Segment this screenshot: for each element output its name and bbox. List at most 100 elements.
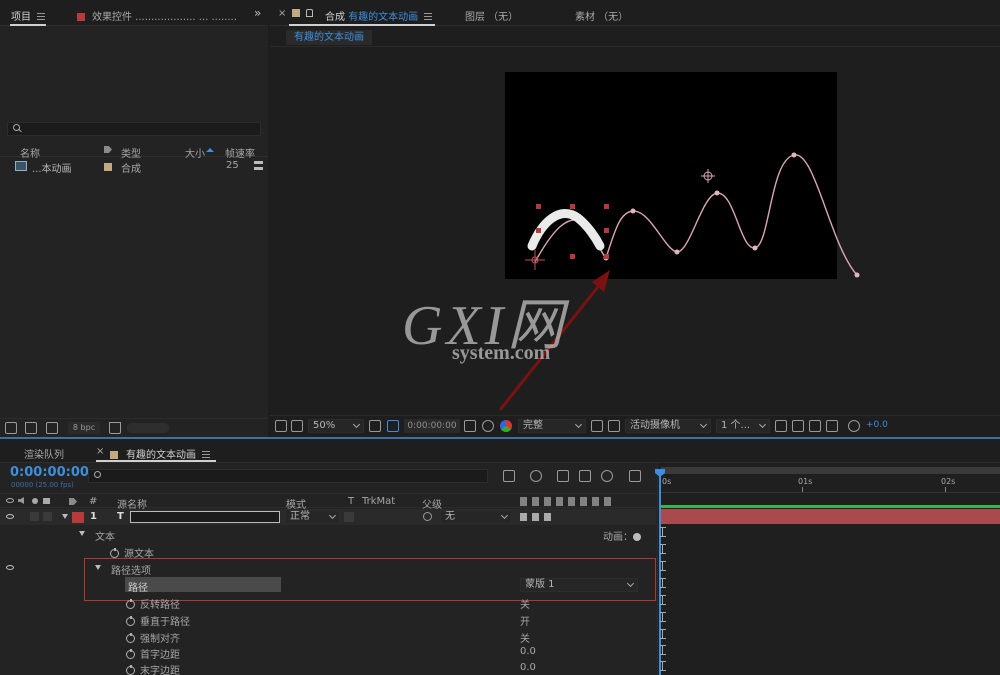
shy-layers-icon[interactable] — [557, 470, 569, 482]
property-first-margin[interactable]: 首字边距 0.0 — [0, 644, 656, 661]
layer-switches[interactable] — [520, 513, 556, 521]
bit-depth-button[interactable]: 8 bpc — [68, 422, 100, 434]
eye-icon[interactable] — [6, 514, 14, 519]
first-margin-value[interactable]: 0.0 — [520, 646, 536, 657]
watermark-logo: GXI网 system.com — [402, 295, 568, 364]
parent-dropdown[interactable]: 无 — [440, 510, 512, 524]
preserve-transparency-toggle[interactable] — [344, 512, 354, 522]
tab-render-queue[interactable]: 渲染队列 — [24, 446, 64, 461]
motion-blur-icon[interactable] — [601, 470, 613, 482]
eye-icon[interactable] — [6, 565, 14, 570]
property-last-margin[interactable]: 末字边距 0.0 — [0, 660, 656, 675]
animate-menu[interactable]: 动画： — [603, 528, 641, 543]
flowchart-icon[interactable] — [826, 420, 838, 432]
property-text-group[interactable]: 文本 动画： — [0, 526, 656, 543]
zoom-dropdown[interactable]: 50% — [308, 419, 364, 433]
timeline-icon[interactable] — [809, 420, 821, 432]
graph-editor-icon[interactable] — [629, 470, 641, 482]
tab-timeline-comp[interactable]: 有趣的文本动画 — [110, 446, 210, 461]
property-path-options[interactable]: 路径选项 — [0, 560, 656, 577]
close-icon[interactable]: × — [96, 446, 104, 457]
expand-triangle-icon[interactable] — [62, 514, 68, 519]
property-source-text[interactable]: 源文本 — [0, 543, 656, 560]
col-framerate[interactable]: 帧速率 — [225, 145, 255, 160]
reverse-path-value[interactable]: 关 — [520, 596, 530, 611]
exposure-reset-icon[interactable] — [848, 420, 860, 432]
camera-snapshot-icon[interactable] — [464, 420, 476, 432]
blend-mode-dropdown[interactable]: 正常 — [285, 510, 340, 524]
stopwatch-icon[interactable] — [126, 665, 135, 675]
stopwatch-icon[interactable] — [126, 633, 135, 643]
show-snapshot-icon[interactable] — [482, 420, 494, 432]
transparency-grid-icon[interactable] — [608, 420, 620, 432]
mask-visibility-icon[interactable] — [387, 420, 399, 432]
property-reverse-path[interactable]: 反转路径 关 — [0, 594, 656, 611]
color-channels-icon[interactable] — [500, 420, 512, 432]
monitor-icon[interactable] — [291, 420, 303, 432]
keyframe-ibeam — [660, 561, 668, 571]
tab-project[interactable]: 项目 — [11, 8, 45, 23]
switches-icons — [520, 497, 615, 506]
pickwhip-icon[interactable] — [423, 512, 432, 521]
col-type[interactable]: 类型 — [121, 145, 141, 160]
layer-duration-bar[interactable] — [661, 509, 1000, 524]
stopwatch-icon[interactable] — [126, 616, 135, 626]
fast-preview-icon[interactable] — [792, 420, 804, 432]
draft-3d-icon[interactable] — [530, 470, 542, 482]
path-mask-dropdown[interactable]: 蒙版 1 — [520, 578, 638, 592]
flowchart-icon[interactable] — [254, 161, 263, 170]
stopwatch-icon[interactable] — [110, 548, 119, 558]
frame-blending-icon[interactable] — [579, 470, 591, 482]
text-glyph-stroke — [527, 209, 605, 251]
time-ruler[interactable]: 0s 01s 02s — [658, 475, 1000, 493]
label-tag-icon[interactable] — [69, 498, 77, 505]
lock-icon[interactable] — [43, 498, 50, 504]
new-composition-icon[interactable] — [46, 422, 58, 434]
composition-icon — [15, 161, 27, 171]
camera-dropdown[interactable]: 活动摄像机 — [625, 419, 711, 433]
col-trkmat[interactable]: TrkMat — [362, 496, 395, 507]
viewer-timecode[interactable]: 0:00:00:00 — [404, 419, 460, 433]
property-force-alignment[interactable]: 强制对齐 关 — [0, 628, 656, 645]
project-search-input[interactable] — [7, 122, 261, 136]
work-area-bar[interactable] — [661, 467, 1000, 474]
col-size[interactable]: 大小 — [185, 145, 205, 160]
always-preview-icon[interactable] — [275, 420, 287, 432]
expand-triangle-icon[interactable] — [95, 565, 101, 570]
stopwatch-icon[interactable] — [126, 649, 135, 659]
resolution-dropdown[interactable]: 完整 — [518, 419, 586, 433]
trash-icon[interactable] — [109, 422, 121, 434]
audio-icon[interactable] — [18, 497, 24, 504]
new-folder-icon[interactable] — [25, 422, 37, 434]
interpret-footage-icon[interactable] — [5, 422, 17, 434]
label-tag-icon[interactable] — [104, 146, 112, 153]
exposure-value[interactable]: +0.0 — [866, 420, 888, 430]
eye-icon[interactable] — [6, 498, 14, 503]
layer-color-label[interactable] — [72, 512, 84, 523]
expand-triangle-icon[interactable] — [79, 531, 85, 536]
stopwatch-icon[interactable] — [126, 599, 135, 609]
current-timecode[interactable]: 0:00:00:00 — [10, 465, 89, 480]
time-graph[interactable]: 0s 01s 02s — [655, 463, 1000, 675]
thumbnail-slider[interactable] — [127, 423, 169, 433]
keyframe-ibeam — [660, 645, 668, 655]
solo-icon[interactable] — [32, 498, 38, 504]
overflow-chevron-icon[interactable]: » — [254, 6, 261, 20]
timeline-search-input[interactable] — [88, 469, 488, 483]
property-perpendicular[interactable]: 垂直于路径 开 — [0, 611, 656, 628]
layer-name-field[interactable] — [130, 511, 280, 523]
project-item[interactable]: ...本动画 合成 25 — [0, 159, 268, 175]
safe-zones-icon[interactable] — [369, 420, 381, 432]
layer-row[interactable]: 1 T 正常 无 — [0, 509, 656, 525]
region-of-interest-icon[interactable] — [591, 420, 603, 432]
comp-mini-flowchart-icon[interactable] — [503, 470, 515, 482]
toggle-pixel-aspect-icon[interactable] — [775, 420, 787, 432]
menu-icon[interactable] — [37, 13, 45, 20]
force-alignment-value[interactable]: 关 — [520, 630, 530, 645]
property-path[interactable]: 路径 蒙版 1 — [0, 577, 656, 594]
tab-effect-controls[interactable]: 效果控件 ................... ... ........ — [77, 8, 237, 23]
last-margin-value[interactable]: 0.0 — [520, 662, 536, 673]
col-name[interactable]: 名称 — [20, 145, 40, 160]
perpendicular-value[interactable]: 开 — [520, 613, 530, 628]
views-dropdown[interactable]: 1 个... — [716, 419, 770, 433]
